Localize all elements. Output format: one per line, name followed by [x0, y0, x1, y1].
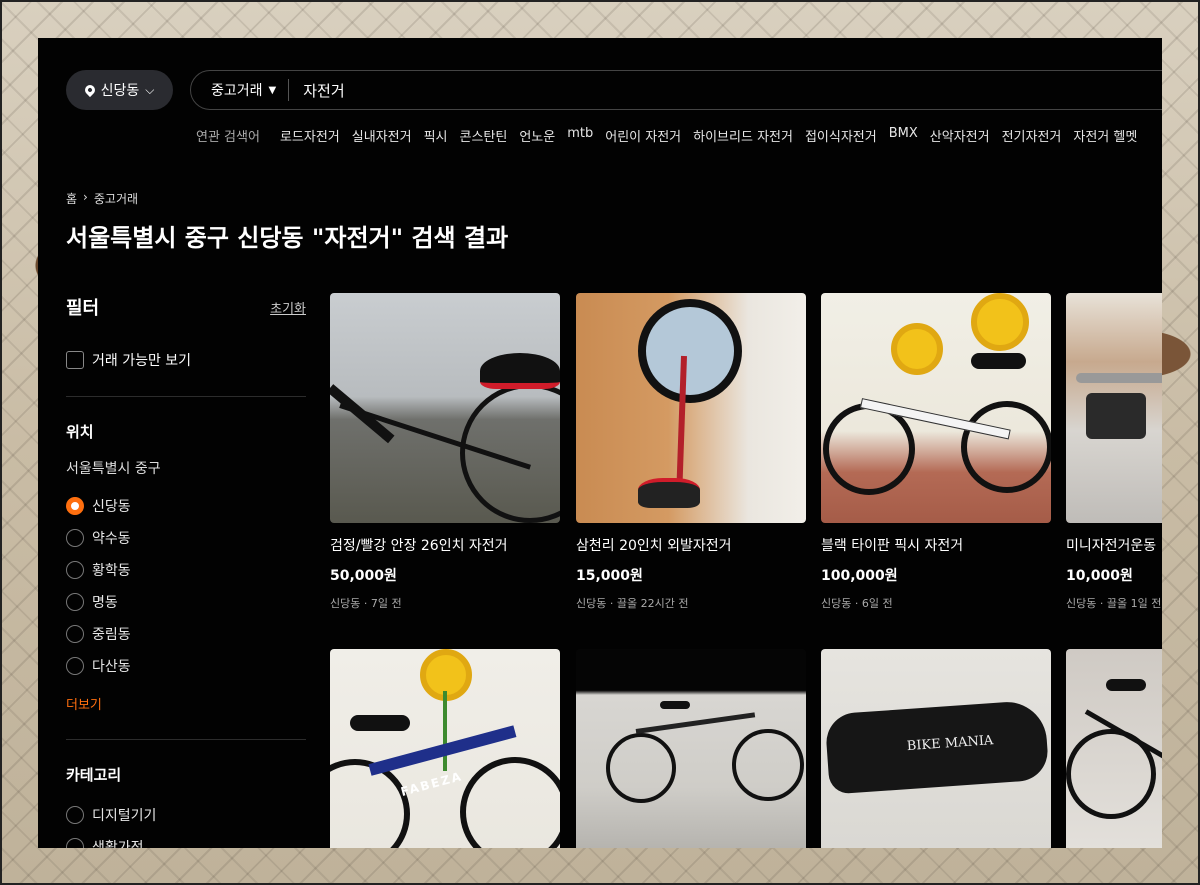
location-more-link[interactable]: 더보기 [66, 694, 306, 713]
listing-meta: 신당동 · 7일 전 [330, 597, 402, 610]
listing-meta: 신당동 · 6일 전 [821, 597, 893, 610]
location-option-label: 황학동 [92, 563, 131, 579]
related-keyword[interactable]: 픽시 [424, 126, 448, 145]
listing-image[interactable]: FABEZA [330, 649, 560, 848]
location-option[interactable]: 다산동 [66, 650, 306, 682]
location-option-label: 다산동 [92, 659, 131, 675]
breadcrumb: 홈 › 중고거래 [66, 190, 138, 207]
location-option-label: 명동 [92, 595, 118, 611]
related-keywords-label: 연관 검색어 [196, 130, 260, 145]
location-option[interactable]: 명동 [66, 586, 306, 618]
bike-brand-text: FABEZA [399, 769, 465, 799]
location-button[interactable]: 신당동 ⌵ [66, 70, 173, 110]
category-option[interactable]: 디지털기기 [66, 799, 306, 831]
category-option[interactable]: 생활가전 [66, 831, 306, 848]
listing-card[interactable]: BIKE MANIA [821, 649, 1051, 848]
filter-reset-link[interactable]: 초기화 [270, 298, 306, 317]
listing-title: 검정/빨강 안장 26인치 자전거 [330, 538, 508, 554]
listing-title: 미니자전거운동 [1066, 538, 1157, 554]
listing-image[interactable]: BIKE MANIA [821, 649, 1051, 848]
listing-meta: 신당동 · 끌올 22시간 전 [576, 597, 689, 610]
radio-icon [66, 806, 84, 824]
listing-title: 삼천리 20인치 외발자전거 [576, 538, 732, 554]
listing-card[interactable]: FABEZA [330, 649, 560, 848]
listing-card[interactable] [576, 649, 806, 848]
listing-image[interactable] [1066, 649, 1162, 848]
listing-meta: 신당동 · 끌올 1일 전 [1066, 597, 1162, 610]
search-category-label: 중고거래 [211, 83, 263, 99]
caret-down-icon: ▼ [268, 84, 277, 96]
category-option-label: 디지털기기 [92, 808, 157, 824]
search-divider [288, 79, 290, 101]
related-keyword[interactable]: 로드자전거 [280, 126, 340, 145]
chevron-down-icon: ⌵ [145, 82, 155, 97]
listing-image[interactable] [330, 293, 560, 523]
available-only-checkbox[interactable]: 거래 가능만 보기 [66, 350, 306, 370]
radio-icon [66, 593, 84, 611]
listing-image[interactable] [576, 649, 806, 848]
category-radio-group: 디지털기기 생활가전 [66, 799, 306, 848]
related-keyword[interactable]: BMX [889, 126, 918, 145]
product-brand-text: BIKE MANIA [906, 733, 994, 755]
divider [66, 739, 306, 740]
related-keyword[interactable]: mtb [567, 126, 593, 145]
related-keyword[interactable]: 콘스탄틴 [459, 126, 507, 145]
location-option[interactable]: 황학동 [66, 554, 306, 586]
location-city: 서울특별시 중구 [66, 461, 161, 477]
related-keyword[interactable]: 실내자전거 [352, 126, 412, 145]
location-option-label: 신당동 [92, 499, 131, 515]
listing-price: 15,000원 [576, 568, 643, 584]
related-keywords: 연관 검색어 로드자전거 실내자전거 픽시 콘스탄틴 언노운 mtb 어린이 자… [196, 126, 1137, 145]
radio-icon [66, 625, 84, 643]
checkbox-icon [66, 351, 84, 369]
listing-price: 10,000원 [1066, 568, 1133, 584]
location-section-title: 위치 [66, 423, 94, 441]
listing-price: 50,000원 [330, 568, 397, 584]
search-bar: 중고거래 ▼ [190, 70, 1162, 110]
search-input[interactable] [301, 80, 906, 100]
related-keyword[interactable]: 어린이 자전거 [605, 126, 681, 145]
radio-icon [66, 657, 84, 675]
breadcrumb-section[interactable]: 중고거래 [94, 190, 138, 207]
search-category-select[interactable]: 중고거래 ▼ [191, 80, 276, 100]
related-keyword[interactable]: 하이브리드 자전거 [693, 126, 793, 145]
related-keyword[interactable]: 자전거 헬멧 [1073, 126, 1137, 145]
related-keyword[interactable]: 언노운 [519, 126, 555, 145]
chevron-right-icon: › [83, 190, 88, 204]
listing-card[interactable] [1066, 649, 1162, 848]
listing-price: 100,000원 [821, 568, 898, 584]
related-keyword[interactable]: 전기자전거 [1002, 126, 1062, 145]
listing-image[interactable] [1066, 293, 1162, 523]
listing-card[interactable]: 삼천리 20인치 외발자전거 15,000원 신당동 · 끌올 22시간 전 [576, 293, 806, 611]
listing-title: 블랙 타이판 픽시 자전거 [821, 538, 964, 554]
radio-icon [66, 561, 84, 579]
radio-selected-icon [66, 497, 84, 515]
browser-screen: 신당동 ⌵ 중고거래 ▼ 연관 검색어 로드자전거 실내자전거 픽시 콘스탄틴 … [38, 38, 1162, 848]
listing-card[interactable]: 검정/빨강 안장 26인치 자전거 50,000원 신당동 · 7일 전 [330, 293, 560, 611]
radio-icon [66, 838, 84, 848]
divider [66, 396, 306, 397]
radio-icon [66, 529, 84, 547]
category-option-label: 생활가전 [92, 840, 144, 848]
available-only-label: 거래 가능만 보기 [92, 353, 192, 369]
location-option-label: 중림동 [92, 627, 131, 643]
location-label: 신당동 [100, 83, 140, 99]
category-section-title: 카테고리 [66, 766, 122, 784]
page-title: 서울특별시 중구 신당동 "자전거" 검색 결과 [66, 224, 509, 252]
listing-card[interactable]: 블랙 타이판 픽시 자전거 100,000원 신당동 · 6일 전 [821, 293, 1051, 611]
location-option[interactable]: 약수동 [66, 522, 306, 554]
listing-image[interactable] [576, 293, 806, 523]
related-keyword[interactable]: 산악자전거 [930, 126, 990, 145]
location-option[interactable]: 중림동 [66, 618, 306, 650]
filter-sidebar: 필터 초기화 거래 가능만 보기 위치 서울특별시 중구 신당동 약수동 황학동… [66, 294, 306, 848]
related-keyword[interactable]: 접이식자전거 [805, 126, 877, 145]
location-option[interactable]: 신당동 [66, 490, 306, 522]
breadcrumb-home[interactable]: 홈 [66, 190, 77, 207]
location-pin-icon [82, 82, 97, 98]
location-radio-group: 신당동 약수동 황학동 명동 중림동 다산동 [66, 490, 306, 682]
location-option-label: 약수동 [92, 531, 131, 547]
filter-title: 필터 [66, 298, 100, 319]
listing-card[interactable]: 미니자전거운동 10,000원 신당동 · 끌올 1일 전 [1066, 293, 1162, 611]
listing-image[interactable] [821, 293, 1051, 523]
